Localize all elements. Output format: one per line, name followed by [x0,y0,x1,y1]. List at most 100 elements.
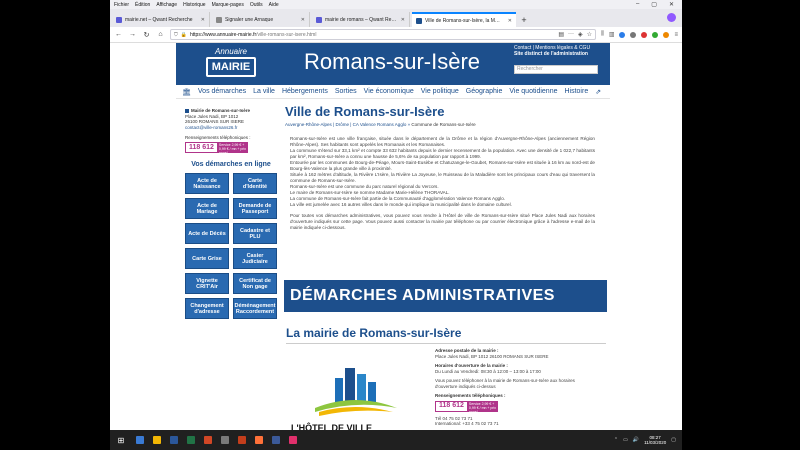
library-icon[interactable]: ⫼ [601,31,604,38]
close-tab-icon[interactable]: ✕ [301,17,305,23]
demarches-title: Vos démarches en ligne [191,161,271,168]
back-icon[interactable]: ← [114,31,123,38]
tab-signaler-arnaque[interactable]: Signaler une Arnaque ✕ [212,12,310,27]
menu-aide[interactable]: Aide [269,2,279,8]
main-navigation: 🏛 Vos démarches La ville Hébergements So… [176,85,610,99]
firefox-icon[interactable] [255,436,263,444]
header-links: Contact | Mentions légales & CGU Site di… [514,45,596,57]
contact-phone-badge[interactable]: 118 612 Service 2,99 € + 0,99 € / mn + p… [435,400,595,414]
word-icon[interactable] [170,436,178,444]
network-icon[interactable]: ▭ [623,437,628,443]
forward-icon[interactable]: → [128,31,137,38]
app-pink-icon[interactable] [289,436,297,444]
intro-text: Romans-sur-Isère est une ville française… [290,136,595,231]
nav-hebergements[interactable]: Hébergements [282,88,328,95]
menu-historique[interactable]: Historique [183,2,206,8]
menu-marque-pages[interactable]: Marque-pages [212,2,244,8]
powerpoint-icon[interactable] [204,436,212,444]
acrobat-icon[interactable] [238,436,246,444]
changement-adresse-button[interactable]: Changement d'adresse [185,298,229,319]
sidebar-icon[interactable]: ▥ [609,31,615,38]
extension-orange-icon[interactable] [663,31,670,38]
window-controls: – ▢ ✕ [636,1,682,8]
intro-paragraph: Romans-sur-Isère est une ville française… [290,136,595,147]
home-icon[interactable]: 🏛 [182,88,191,96]
tab-qwant-mairie-net[interactable]: mairie.net – Qwant Recherche ✕ [112,12,210,27]
casier-judiciaire-button[interactable]: Casier Judiciaire [233,248,277,269]
reload-icon[interactable]: ↻ [142,31,151,39]
phone-number: 118 612 [435,400,468,412]
file-explorer-icon[interactable] [153,436,161,444]
new-tab-icon[interactable]: + [518,12,530,27]
site-search-input[interactable]: Rechercher [514,65,598,74]
tab-ville-romans[interactable]: Ville de Romans-sur-Isère, la M… ✕ [412,12,516,27]
carte-identite-button[interactable]: Carte d'Identité [233,173,277,194]
address-bar[interactable]: ⛉ 🔒 https://www.annuaire-mairie.fr/ville… [170,29,597,40]
page-title: Ville de Romans-sur-Isère [285,104,445,119]
task-view-icon[interactable] [136,436,144,444]
reader-view-icon[interactable]: ▤ [558,31,564,38]
notifications-icon[interactable]: ▢ [671,437,676,443]
acte-deces-button[interactable]: Acte de Décès [185,223,229,244]
mairie-email-link[interactable]: contact@ville-romans26.fr [185,125,277,131]
phone-number: 118 612 [185,142,218,153]
close-window-icon[interactable]: ✕ [669,1,674,8]
close-tab-icon[interactable]: ✕ [401,17,405,23]
tab-qwant-mairie-romans[interactable]: mairie de romans – Qwant Re… ✕ [312,12,410,27]
clock[interactable]: 08:27 11/03/2020 [644,435,666,446]
more-actions-icon[interactable]: ··· [568,31,574,38]
close-tab-icon[interactable]: ✕ [201,17,205,23]
share-icon[interactable]: ⇗ [595,88,601,96]
extension-green-icon[interactable] [652,31,659,38]
site-header: Annuaire MAIRIE Romans-sur-Isère Contact… [176,43,610,85]
cadastre-plu-button[interactable]: Cadastre et PLU [233,223,277,244]
acte-naissance-button[interactable]: Acte de Naissance [185,173,229,194]
excel-icon[interactable] [187,436,195,444]
international-number: International: +33 4 75 02 73 71 [435,421,499,426]
intro-paragraph: Entourée par les communes de Bourg-de-Pé… [290,160,595,171]
nav-la-ville[interactable]: La ville [253,88,275,95]
shield-icon[interactable]: ⛉ [174,32,178,38]
profile-icon[interactable] [667,13,676,22]
extension-red-icon[interactable] [641,31,648,38]
annuaire-mairie-logo[interactable]: Annuaire MAIRIE [204,47,258,80]
carte-grise-button[interactable]: Carte Grise [185,248,229,269]
nav-geographie[interactable]: Géographie [466,88,503,95]
navigation-toolbar: ← → ↻ ⌂ ⛉ 🔒 https://www.annuaire-mairie.… [110,27,682,43]
home-browser-icon[interactable]: ⌂ [156,31,165,38]
menu-edition[interactable]: Édition [135,2,150,8]
nav-vie-economique[interactable]: Vie économique [364,88,414,95]
extension-blue-icon[interactable] [619,31,626,38]
bookmark-star-icon[interactable]: ☆ [587,31,592,38]
pocket-icon[interactable]: ◈ [578,31,583,38]
volume-icon[interactable]: 🔊 [633,437,639,443]
menu-hamburger-icon[interactable]: ≡ [674,32,678,38]
nav-vie-quotidienne[interactable]: Vie quotidienne [509,88,557,95]
phone-service-badge[interactable]: 118 612 Service 2,99 € + 0,99 € / mn + p… [185,142,277,155]
app-blue-icon[interactable] [272,436,280,444]
lock-icon[interactable]: 🔒 [181,32,187,38]
breadcrumb-links[interactable]: Auvergne-Rhône-Alpes | Drôme | CA Valenc… [285,122,410,127]
nav-histoire[interactable]: Histoire [564,88,588,95]
menu-outils[interactable]: Outils [250,2,263,8]
demenagement-button[interactable]: Déménagement Raccordement [233,298,277,319]
nav-sorties[interactable]: Sorties [335,88,357,95]
minimize-icon[interactable]: – [636,1,639,8]
tray-chevron-icon[interactable]: ⌃ [614,437,618,443]
nav-vie-politique[interactable]: Vie politique [421,88,459,95]
windows-start-icon[interactable]: ⊞ [114,430,128,450]
certificat-non-gage-button[interactable]: Certificat de Non gage [233,273,277,294]
mairie-contact-info: Adresse postale de la mairie : Place Jul… [435,348,595,427]
passeport-button[interactable]: Demande de Passeport [233,198,277,219]
menu-fichier[interactable]: Fichier [114,2,129,8]
qwant-favicon-icon [316,16,322,23]
app-gray-icon[interactable] [221,436,229,444]
acte-mariage-button[interactable]: Acte de Mariage [185,198,229,219]
nav-vos-demarches[interactable]: Vos démarches [198,88,246,95]
extension-gray-icon[interactable] [630,31,637,38]
menu-affichage[interactable]: Affichage [156,2,177,8]
maximize-icon[interactable]: ▢ [651,1,657,8]
system-tray: ⌃ ▭ 🔊 08:27 11/03/2020 ▢ [614,435,682,446]
vignette-critair-button[interactable]: Vignette CRIT'Air [185,273,229,294]
close-tab-icon[interactable]: ✕ [508,18,512,24]
